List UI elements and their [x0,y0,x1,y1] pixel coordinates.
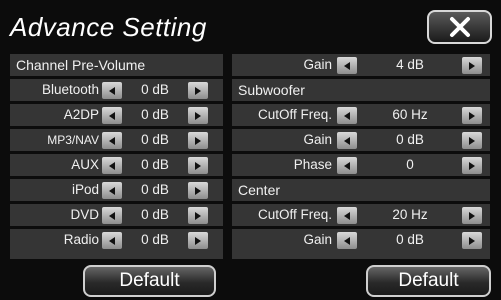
center-cutoff-row: CutOff Freq. 20 Hz [232,204,490,226]
center-gain-decrease-button[interactable] [337,232,357,249]
radio-row: Radio 0 dB [10,229,223,251]
dvd-decrease-button[interactable] [102,207,122,224]
subwoofer-gain-increase-button[interactable] [462,132,482,149]
radio-increase-button[interactable] [188,232,208,249]
subwoofer-cutoff-decrease-button[interactable] [337,107,357,124]
center-gain-increase-button[interactable] [462,232,482,249]
default-button-left[interactable]: Default [83,265,216,297]
aux-increase-button[interactable] [188,157,208,174]
radio-value: 0 dB [141,232,169,247]
section-header-row: Channel Pre-Volume [10,54,223,76]
ipod-decrease-button[interactable] [102,182,122,199]
ipod-value: 0 dB [141,182,169,197]
mp3-nav-row: MP3/NAV 0 dB [10,129,223,151]
subwoofer-gain-value: 0 dB [396,132,424,147]
radio-label: Radio [63,232,99,247]
center-header: Center [238,182,281,198]
subwoofer-cutoff-label: CutOff Freq. [257,107,332,122]
dvd-increase-button[interactable] [188,207,208,224]
mp3-nav-decrease-button[interactable] [102,132,122,149]
aux-value: 0 dB [141,157,169,172]
center-cutoff-label: CutOff Freq. [257,207,332,222]
center-cutoff-decrease-button[interactable] [337,207,357,224]
center-gain-row: Gain 0 dB [232,229,490,251]
bluetooth-row: Bluetooth 0 dB [10,79,223,101]
mp3-nav-label: MP3/NAV [47,133,99,147]
top-gain-decrease-button[interactable] [337,57,357,74]
subwoofer-phase-decrease-button[interactable] [337,157,357,174]
subwoofer-cutoff-increase-button[interactable] [462,107,482,124]
subwoofer-phase-row: Phase 0 [232,154,490,176]
subwoofer-phase-increase-button[interactable] [462,157,482,174]
mp3-nav-value: 0 dB [141,132,169,147]
subwoofer-gain-label: Gain [303,132,332,147]
aux-decrease-button[interactable] [102,157,122,174]
page-title: Advance Setting [10,12,207,42]
subwoofer-gain-decrease-button[interactable] [337,132,357,149]
top-gain-label: Gain [303,57,332,72]
channel-pre-volume-header: Channel Pre-Volume [16,57,146,73]
subwoofer-cutoff-row: CutOff Freq. 60 Hz [232,104,490,126]
a2dp-row: A2DP 0 dB [10,104,223,126]
bluetooth-decrease-button[interactable] [102,82,122,99]
subwoofer-header: Subwoofer [238,82,305,98]
ipod-row: iPod 0 dB [10,179,223,201]
aux-label: AUX [71,157,99,172]
subwoofer-phase-value: 0 [406,157,414,172]
top-gain-row: Gain 4 dB [232,54,490,76]
close-button[interactable] [427,10,492,44]
subwoofer-cutoff-value: 60 Hz [392,107,428,122]
a2dp-value: 0 dB [141,107,169,122]
channel-pre-volume-panel: Channel Pre-Volume Bluetooth 0 dB A2DP 0… [10,54,223,259]
dvd-value: 0 dB [141,207,169,222]
mp3-nav-increase-button[interactable] [188,132,208,149]
center-cutoff-increase-button[interactable] [462,207,482,224]
subwoofer-phase-label: Phase [293,157,332,172]
bluetooth-increase-button[interactable] [188,82,208,99]
subwoofer-header-row: Subwoofer [232,79,490,101]
top-gain-increase-button[interactable] [462,57,482,74]
ipod-label: iPod [71,182,99,197]
a2dp-label: A2DP [63,107,99,122]
center-cutoff-value: 20 Hz [392,207,428,222]
default-button-right[interactable]: Default [366,265,491,297]
center-gain-label: Gain [303,232,332,247]
dvd-label: DVD [70,207,99,222]
radio-decrease-button[interactable] [102,232,122,249]
bluetooth-label: Bluetooth [41,82,99,97]
subwoofer-gain-row: Gain 0 dB [232,129,490,151]
ipod-increase-button[interactable] [188,182,208,199]
a2dp-decrease-button[interactable] [102,107,122,124]
center-gain-value: 0 dB [396,232,424,247]
close-x-icon [449,17,470,37]
a2dp-increase-button[interactable] [188,107,208,124]
bluetooth-value: 0 dB [141,82,169,97]
speaker-settings-panel: Gain 4 dB Subwoofer CutOff Freq. 60 Hz G… [232,54,490,259]
top-gain-value: 4 dB [396,57,424,72]
center-header-row: Center [232,179,490,201]
aux-row: AUX 0 dB [10,154,223,176]
dvd-row: DVD 0 dB [10,204,223,226]
